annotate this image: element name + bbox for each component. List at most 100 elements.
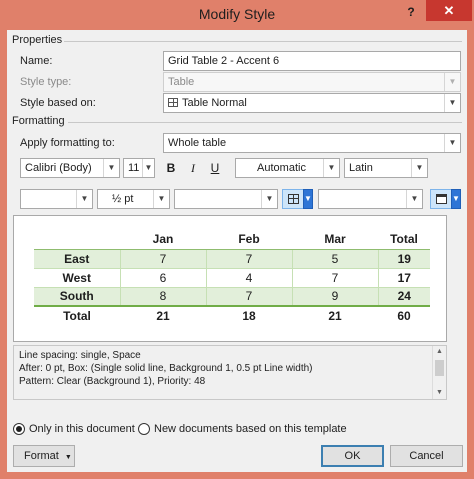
window-frame-right (467, 30, 474, 479)
apply-formatting-label: Apply formatting to: (20, 137, 115, 149)
preview-row: West 6 4 7 17 (34, 268, 430, 288)
font-value: Calibri (Body) (25, 162, 92, 174)
description-line: Line spacing: single, Space (19, 350, 141, 361)
properties-section-title: Properties (12, 34, 63, 46)
triangle-down-icon: ▼ (64, 454, 72, 461)
new-documents-radio[interactable] (138, 423, 150, 435)
preview-header-cell: Jan (120, 230, 206, 250)
border-grid-icon (288, 194, 299, 204)
preview-total-cell: 17 (377, 268, 430, 288)
title-bar: Modify Style ? ✕ (0, 0, 474, 30)
preview-header-cell: Total (378, 230, 430, 250)
chevron-down-icon: ▼ (444, 94, 460, 112)
preview-cell: 5 (291, 249, 378, 269)
preview-cell: 4 (205, 268, 292, 288)
preview-total-cell: 60 (378, 305, 430, 325)
preview-header-cell: Mar (292, 230, 378, 250)
ok-button[interactable]: OK (321, 445, 384, 467)
description-line: After: 0 pt, Box: (Single solid line, Ba… (19, 363, 313, 374)
preview-cell: 7 (205, 249, 292, 269)
chevron-down-icon: ▼ (76, 190, 92, 208)
scroll-thumb[interactable] (435, 360, 444, 376)
apply-formatting-value: Whole table (168, 137, 227, 149)
line-weight-dropdown[interactable]: ½ pt ▼ (97, 189, 170, 209)
bold-button[interactable]: B (161, 158, 181, 178)
preview-cell: 9 (291, 287, 378, 307)
window-frame-left (0, 30, 7, 479)
style-type-dropdown[interactable]: Table ▼ (163, 72, 461, 92)
chevron-down-icon: ▼ (142, 159, 154, 177)
shading-color-button[interactable] (430, 189, 452, 209)
new-documents-label[interactable]: New documents based on this template (154, 423, 347, 435)
style-based-on-value: Table Normal (182, 97, 247, 109)
font-dropdown[interactable]: Calibri (Body) ▼ (20, 158, 120, 178)
style-based-on-dropdown[interactable]: Table Normal ▼ (163, 93, 461, 113)
cancel-button[interactable]: Cancel (390, 445, 463, 467)
style-description: Line spacing: single, Space After: 0 pt,… (13, 345, 447, 400)
shading-icon (436, 194, 447, 204)
shading-dropdown[interactable]: ▼ (318, 189, 423, 209)
preview-header-cell (34, 230, 120, 250)
preview-cell: 21 (292, 305, 378, 325)
preview-cell: 18 (206, 305, 292, 325)
line-color-dropdown[interactable]: ▼ (174, 189, 278, 209)
script-value: Latin (349, 162, 373, 174)
preview-cell: 7 (291, 268, 378, 288)
line-weight-value: ½ pt (112, 193, 134, 205)
formatting-separator (68, 122, 462, 123)
style-type-value: Table (168, 76, 195, 88)
name-input[interactable]: Grid Table 2 - Accent 6 (163, 51, 461, 71)
preview-header-row: Jan Feb Mar Total (34, 230, 430, 250)
preview-header-cell: Feb (206, 230, 292, 250)
font-color-value: Automatic (257, 162, 306, 174)
preview-total-cell: 24 (377, 287, 430, 307)
font-color-dropdown[interactable]: Automatic ▼ (235, 158, 340, 178)
underline-button[interactable]: U (205, 158, 225, 178)
font-size-value: 11 (128, 162, 140, 174)
window-frame-bottom (0, 472, 474, 479)
chevron-down-icon: ▼ (153, 190, 169, 208)
only-this-document-label[interactable]: Only in this document (29, 423, 135, 435)
description-line: Pattern: Clear (Background 1), Priority:… (19, 376, 206, 387)
script-dropdown[interactable]: Latin ▼ (344, 158, 428, 178)
chevron-down-icon: ▼ (103, 159, 119, 177)
help-button[interactable]: ? (398, 1, 424, 23)
chevron-down-icon: ▼ (444, 73, 460, 91)
preview-row-label: East (34, 249, 120, 269)
chevron-down-icon: ▼ (444, 134, 460, 152)
close-button[interactable]: ✕ (426, 0, 472, 21)
preview-row-label: Total (34, 305, 120, 325)
scroll-up-icon[interactable]: ▲ (433, 346, 446, 358)
font-size-dropdown[interactable]: 11 ▼ (123, 158, 155, 178)
apply-formatting-dropdown[interactable]: Whole table ▼ (163, 133, 461, 153)
format-button-label: Format (24, 450, 59, 462)
name-label: Name: (20, 55, 53, 67)
preview-cell: 8 (119, 287, 206, 307)
preview-cell: 7 (119, 249, 206, 269)
only-this-document-radio[interactable] (13, 423, 25, 435)
style-type-label: Style type: (20, 76, 72, 88)
chevron-down-icon: ▼ (261, 190, 277, 208)
shading-dropdown-arrow[interactable]: ▼ (451, 189, 461, 209)
preview-cell: 7 (205, 287, 292, 307)
preview-table: Jan Feb Mar Total East 7 7 5 19 West 6 4… (34, 230, 430, 325)
formatting-section-title: Formatting (12, 115, 65, 127)
scroll-down-icon[interactable]: ▼ (433, 387, 446, 399)
properties-separator (64, 41, 462, 42)
chevron-down-icon: ▼ (406, 190, 422, 208)
table-grid-icon (168, 98, 178, 107)
preview-row-label: West (34, 268, 120, 288)
preview-cell: 6 (119, 268, 206, 288)
preview-total-row: Total 21 18 21 60 (34, 305, 430, 325)
preview-row: East 7 7 5 19 (34, 249, 430, 269)
format-button[interactable]: Format ▼ (13, 445, 75, 467)
italic-button[interactable]: I (183, 158, 203, 178)
borders-button[interactable] (282, 189, 304, 209)
preview-cell: 21 (120, 305, 206, 325)
style-preview: Jan Feb Mar Total East 7 7 5 19 West 6 4… (13, 215, 447, 342)
preview-row-label: South (34, 287, 120, 307)
preview-row: South 8 7 9 24 (34, 287, 430, 307)
description-scrollbar[interactable]: ▲ ▼ (432, 346, 446, 399)
line-style-dropdown[interactable]: ▼ (20, 189, 93, 209)
borders-dropdown-arrow[interactable]: ▼ (303, 189, 313, 209)
